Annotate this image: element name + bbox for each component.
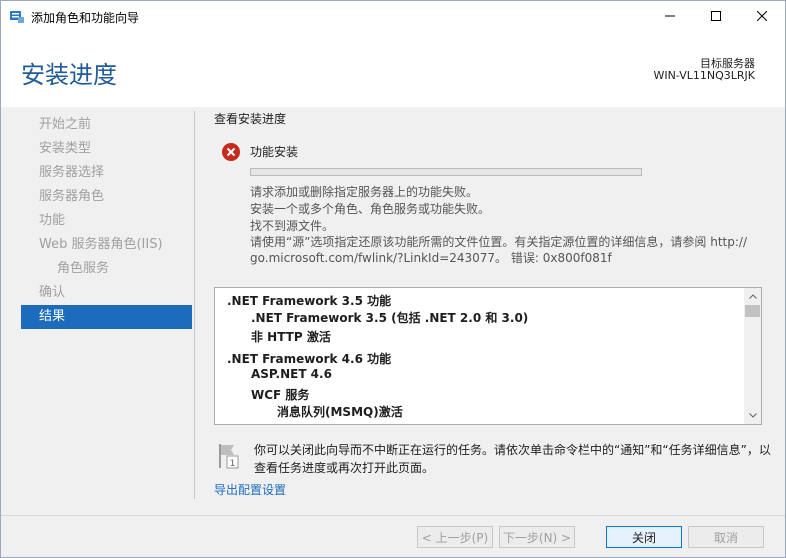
close-window-button[interactable]: [739, 1, 785, 31]
error-message-line: go.microsoft.com/fwlink/?LinkId=243077。 …: [250, 251, 612, 265]
list-item: .NET Framework 3.5 (包括 .NET 2.0 和 3.0): [251, 311, 529, 325]
results-content: .NET Framework 3.5 功能 .NET Framework 3.5…: [215, 288, 745, 424]
list-item: WCF 服务: [251, 388, 310, 402]
close-icon: [757, 11, 767, 21]
nav-item-results[interactable]: 结果: [21, 305, 192, 329]
scroll-up-arrow-icon[interactable]: [744, 288, 761, 305]
close-button[interactable]: 关闭: [606, 526, 682, 548]
close-wizard-note: 你可以关闭此向导而不中断正在运行的任务。请依次单击命令栏中的“通知”和“任务详细…: [254, 443, 771, 475]
nav-item-server-selection: 服务器选择: [39, 165, 105, 180]
list-item: .NET Framework 3.5 功能: [227, 294, 392, 308]
error-message-line: 请求添加或删除指定服务器上的功能失败。: [250, 185, 479, 199]
minimize-button[interactable]: [647, 1, 693, 31]
error-message-line: 找不到源文件。: [250, 219, 335, 233]
nav-item-features: 功能: [39, 213, 66, 228]
results-list[interactable]: .NET Framework 3.5 功能 .NET Framework 3.5…: [214, 287, 762, 425]
error-message-line: 请使用“源”选项指定还原该功能所需的文件位置。有关指定源位置的详细信息，请参阅 …: [250, 235, 748, 249]
maximize-button[interactable]: [693, 1, 739, 31]
error-icon: [222, 143, 240, 161]
main-content: 查看安装进度 功能安装 请求添加或删除指定服务器上的功能失败。 安装一个或多个角…: [214, 107, 774, 515]
list-item: 消息队列(MSMQ)激活: [277, 405, 403, 419]
cancel-button[interactable]: 取消: [688, 526, 764, 548]
list-item: .NET Framework 4.6 功能: [227, 352, 392, 366]
nav-item-role-services: 角色服务: [57, 261, 110, 276]
next-button[interactable]: 下一步(N) >: [499, 526, 575, 548]
minimize-icon: [665, 15, 675, 17]
progress-bar: [250, 168, 642, 176]
wizard-window: 添加角色和功能向导 安装进度 目标服务器 WIN-VL11NQ3LRJK 开始之…: [0, 0, 786, 558]
export-configuration-link[interactable]: 导出配置设置: [214, 481, 286, 498]
title-bar: 添加角色和功能向导: [1, 1, 785, 31]
target-server-name: WIN-VL11NQ3LRJK: [653, 69, 755, 82]
list-item: 非 HTTP 激活: [251, 330, 331, 344]
scroll-down-arrow-icon[interactable]: [744, 407, 761, 424]
nav-divider: [194, 111, 195, 499]
nav-item-confirmation: 确认: [39, 285, 66, 300]
nav-item-web-server-role: Web 服务器角色(IIS): [39, 237, 163, 252]
svg-text:1: 1: [230, 459, 236, 469]
page-header: 安装进度 目标服务器 WIN-VL11NQ3LRJK: [1, 31, 785, 107]
wizard-body: 开始之前 安装类型 服务器选择 服务器角色 功能 Web 服务器角色(IIS) …: [1, 107, 785, 515]
scrollbar-thumb[interactable]: [745, 305, 760, 317]
window-title: 添加角色和功能向导: [31, 11, 140, 25]
page-title: 安装进度: [21, 61, 117, 89]
nav-item-before-you-begin: 开始之前: [39, 117, 92, 132]
previous-button[interactable]: < 上一步(P): [417, 526, 493, 548]
wizard-footer: < 上一步(P) 下一步(N) > 关闭 取消: [1, 515, 785, 557]
nav-item-installation-type: 安装类型: [39, 141, 92, 156]
error-message-line: 安装一个或多个角色、角色服务或功能失败。: [250, 202, 491, 216]
section-heading: 查看安装进度: [214, 112, 287, 126]
results-scrollbar[interactable]: [744, 288, 761, 424]
wizard-nav: 开始之前 安装类型 服务器选择 服务器角色 功能 Web 服务器角色(IIS) …: [21, 113, 192, 329]
nav-item-server-roles: 服务器角色: [39, 189, 105, 204]
list-item: ASP.NET 4.6: [251, 367, 332, 381]
flag-notification-icon: 1: [219, 444, 239, 469]
server-manager-icon: [10, 11, 24, 23]
status-title: 功能安装: [250, 145, 299, 159]
maximize-icon: [711, 11, 721, 21]
